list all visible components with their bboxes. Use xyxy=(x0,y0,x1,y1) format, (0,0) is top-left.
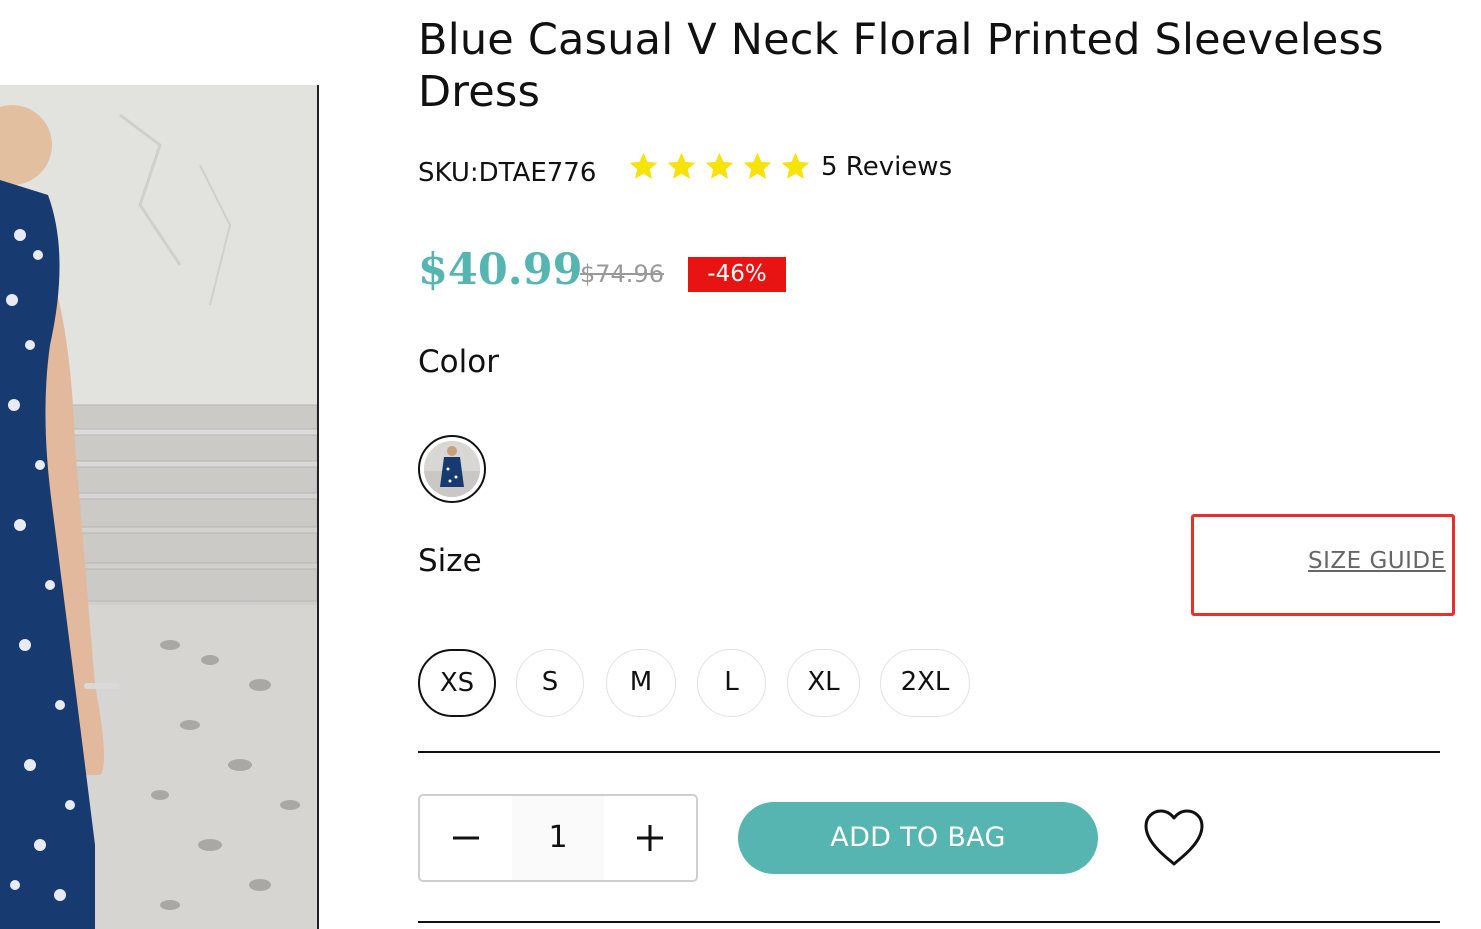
reviews-link[interactable]: 5 Reviews xyxy=(821,152,952,182)
discount-badge: -46% xyxy=(688,257,786,292)
increase-quantity-button[interactable] xyxy=(604,796,696,880)
add-to-bag-button[interactable]: ADD TO BAG xyxy=(738,802,1098,874)
dress-thumbnail-icon xyxy=(424,441,480,497)
color-swatch-blue[interactable] xyxy=(418,435,486,503)
product-title: Blue Casual V Neck Floral Printed Sleeve… xyxy=(418,15,1384,117)
rating-row: 5 Reviews xyxy=(627,150,952,183)
heart-icon xyxy=(1144,809,1204,866)
star-icon xyxy=(741,150,774,183)
size-option-m[interactable]: M xyxy=(606,649,676,717)
quantity-value[interactable]: 1 xyxy=(512,796,604,880)
size-option-xl[interactable]: XL xyxy=(787,649,860,717)
divider-bottom xyxy=(418,921,1440,923)
color-swatch-thumbnail xyxy=(424,441,480,497)
divider xyxy=(418,751,1440,753)
product-sku: SKU:DTAE776 xyxy=(418,158,597,188)
current-price: $40.99 xyxy=(418,245,583,295)
quantity-stepper: 1 xyxy=(418,794,698,882)
size-guide-link[interactable]: SIZE GUIDE xyxy=(1308,548,1446,574)
product-photo-illustration xyxy=(0,85,317,929)
star-icon xyxy=(665,150,698,183)
star-icon xyxy=(627,150,660,183)
size-label: Size xyxy=(418,543,482,579)
minus-icon xyxy=(453,836,479,840)
original-price: $74.96 xyxy=(580,260,664,288)
size-option-l[interactable]: L xyxy=(697,649,766,717)
size-option-xs[interactable]: XS xyxy=(418,649,496,717)
star-icon xyxy=(703,150,736,183)
product-page: Blue Casual V Neck Floral Printed Sleeve… xyxy=(0,0,1481,929)
product-image xyxy=(0,85,319,929)
color-label: Color xyxy=(418,344,499,380)
size-option-2xl[interactable]: 2XL xyxy=(880,649,970,717)
star-icon xyxy=(779,150,812,183)
wishlist-button[interactable] xyxy=(1140,808,1208,868)
plus-icon xyxy=(637,825,663,851)
size-option-s[interactable]: S xyxy=(516,649,584,717)
decrease-quantity-button[interactable] xyxy=(420,796,512,880)
